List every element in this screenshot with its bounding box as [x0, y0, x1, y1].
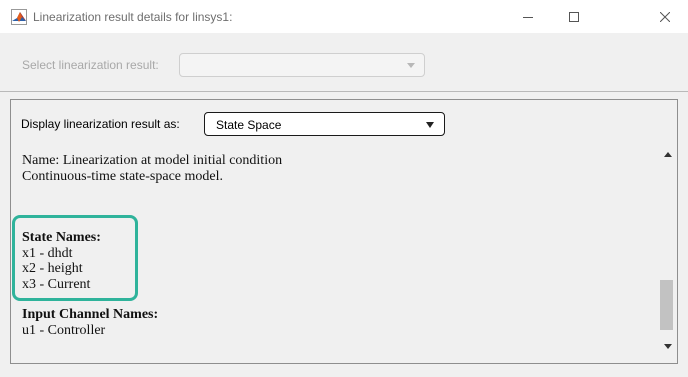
window-title: Linearization result details for linsys1… — [33, 10, 233, 24]
display-as-label: Display linearization result as: — [21, 117, 180, 131]
input-channel-item: u1 - Controller — [22, 322, 106, 338]
maximize-icon — [569, 11, 579, 22]
title-bar: Linearization result details for linsys1… — [0, 0, 688, 33]
divider — [0, 91, 688, 92]
scroll-down-arrow-icon[interactable] — [664, 344, 672, 349]
result-panel: Display linearization result as: State S… — [10, 99, 678, 364]
select-result-label: Select linearization result: — [22, 58, 159, 72]
maximize-button[interactable] — [551, 0, 597, 33]
matlab-logo-icon — [11, 9, 27, 25]
state-names-highlight — [12, 215, 138, 301]
input-channel-names-header: Input Channel Names: — [22, 307, 159, 322]
model-type-line: Continuous-time state-space model. — [22, 168, 224, 184]
chevron-down-icon — [407, 63, 415, 68]
scroll-up-arrow-icon[interactable] — [664, 152, 672, 157]
close-button[interactable] — [642, 0, 688, 33]
vertical-scrollbar[interactable] — [660, 138, 677, 364]
model-name-line: Name: Linearization at model initial con… — [22, 153, 283, 168]
close-icon — [660, 11, 670, 22]
chevron-down-icon — [426, 122, 434, 128]
select-result-dropdown[interactable] — [179, 53, 425, 77]
minimize-icon — [523, 16, 533, 18]
minimize-button[interactable] — [505, 0, 551, 33]
display-as-dropdown[interactable]: State Space — [204, 112, 445, 136]
scrollbar-thumb[interactable] — [660, 280, 673, 330]
display-as-value: State Space — [216, 118, 282, 132]
